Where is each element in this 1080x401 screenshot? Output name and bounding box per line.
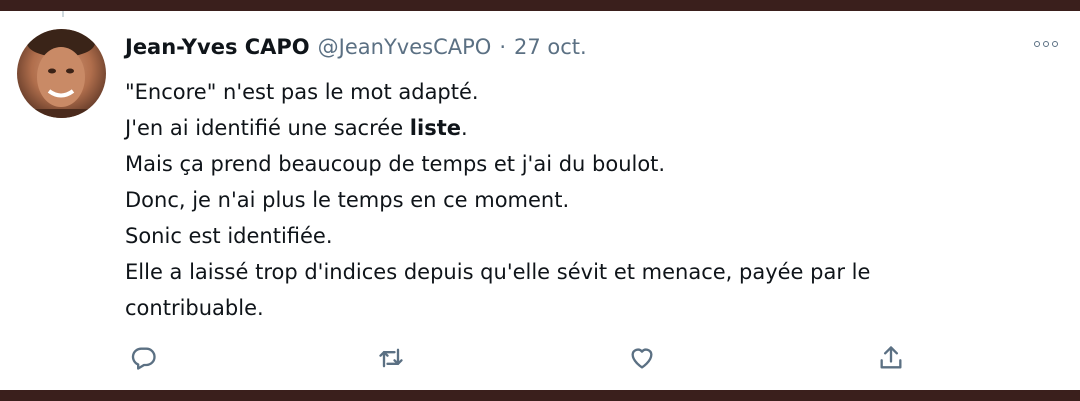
- tweet-line: J'en ai identifié une sacrée liste.: [125, 110, 1025, 146]
- tweet-header: Jean-Yves CAPO @JeanYvesCAPO · 27 oct.: [125, 35, 587, 59]
- tweet-line: Mais ça prend beaucoup de temps et j'ai …: [125, 152, 666, 176]
- author-handle[interactable]: @JeanYvesCAPO: [318, 35, 492, 59]
- tweet-line-prefix: J'en ai identifié une sacrée: [125, 116, 410, 140]
- tweet-line: Sonic est identifiée.: [125, 224, 333, 248]
- reply-icon: [131, 347, 156, 370]
- like-button[interactable]: [625, 341, 659, 375]
- tweet-line-suffix: .: [460, 116, 468, 140]
- avatar[interactable]: [17, 29, 106, 118]
- like-icon: [631, 348, 653, 369]
- tweet-line: "Encore" n'est pas le mot adapté.: [125, 80, 479, 104]
- tweet-actions: [0, 341, 1080, 381]
- tweet-text: "Encore" n'est pas le mot adapté. J'en a…: [125, 74, 1025, 326]
- more-dot: [1043, 41, 1049, 47]
- tweet-date[interactable]: 27 oct.: [514, 35, 587, 59]
- author-name[interactable]: Jean-Yves CAPO: [125, 35, 310, 59]
- share-button[interactable]: [874, 341, 908, 375]
- header-separator: ·: [499, 35, 506, 59]
- more-dot: [1034, 41, 1040, 47]
- thread-connector-line: [62, 11, 64, 17]
- reply-button[interactable]: [127, 341, 161, 375]
- tweet-card[interactable]: Jean-Yves CAPO @JeanYvesCAPO · 27 oct. "…: [0, 11, 1080, 390]
- share-icon: [880, 346, 902, 369]
- retweet-button[interactable]: [374, 341, 408, 375]
- tweet-bold-word: liste: [409, 116, 461, 140]
- more-options-icon[interactable]: [1034, 41, 1058, 47]
- tweet-line: Donc, je n'ai plus le temps en ce moment…: [125, 188, 570, 212]
- more-dot: [1052, 41, 1058, 47]
- tweet-line: Elle a laissé trop d'indices depuis qu'e…: [125, 260, 871, 284]
- avatar-image: [17, 29, 106, 118]
- tweet-line: contribuable.: [125, 296, 264, 320]
- retweet-icon: [379, 348, 403, 368]
